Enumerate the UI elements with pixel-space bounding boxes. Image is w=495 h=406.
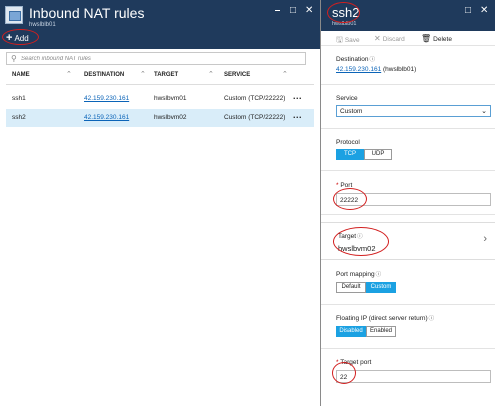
close-icon[interactable]: ✕ (305, 5, 313, 17)
detail-header: ssh2 hwslblb01 □ ✕ (321, 0, 495, 31)
row-destination-link[interactable]: 42.159.230.161 (84, 95, 129, 102)
column-service[interactable]: SERVICE (224, 72, 250, 78)
port-mapping-label: Port mappingⓘ (336, 271, 382, 278)
target-port-field[interactable] (336, 370, 491, 383)
search-box[interactable]: ⚲ (6, 52, 306, 65)
row-target: hwslbvm01 (154, 95, 187, 102)
sort-icon[interactable]: ⌃ (140, 70, 146, 78)
inbound-nat-rules-blade: Inbound NAT rules hwslblb01 ⎯ □ ✕ + Add ⚲… (0, 0, 320, 406)
chevron-right-icon[interactable]: › (483, 233, 487, 245)
row-destination-link[interactable]: 42.159.230.161 (84, 114, 129, 121)
table-row[interactable]: ssh2 42.159.230.161 hwslbvm02 Custom (TC… (6, 109, 314, 127)
info-icon[interactable]: ⓘ (357, 234, 363, 240)
port-mapping-toggle: Default Custom (336, 282, 396, 293)
blade-icon (5, 6, 23, 24)
section-divider (321, 170, 495, 171)
add-label: Add (14, 34, 29, 43)
add-button[interactable]: + Add (6, 33, 29, 44)
floating-ip-toggle: Disabled Enabled (336, 326, 396, 337)
port-mapping-custom-option[interactable]: Custom (366, 282, 396, 293)
discard-icon: ✕ (374, 34, 381, 43)
row-name: ssh2 (12, 114, 26, 121)
row-target: hwslbvm02 (154, 114, 187, 121)
maximize-icon[interactable]: □ (290, 5, 296, 17)
row-menu-icon[interactable]: ... (293, 91, 302, 101)
column-target[interactable]: TARGET (154, 72, 178, 78)
close-icon[interactable]: ✕ (480, 5, 488, 17)
table-header: NAME ⌃ DESTINATION ⌃ TARGET ⌃ SERVICE ⌃ (0, 70, 320, 82)
save-label: Save (344, 37, 360, 44)
service-value: Custom (340, 108, 363, 115)
blade-subtitle: hwslblb01 (29, 22, 56, 28)
blade-title: Inbound NAT rules (29, 5, 145, 21)
port-input[interactable] (340, 196, 488, 204)
chevron-down-icon: ⌄ (481, 108, 487, 115)
column-name[interactable]: NAME (12, 72, 30, 78)
header-divider (6, 84, 314, 85)
delete-label: Delete (433, 36, 452, 43)
port-field[interactable] (336, 193, 491, 206)
info-icon[interactable]: ⓘ (429, 316, 435, 322)
floating-ip-enabled-option[interactable]: Enabled (366, 326, 396, 337)
maximize-icon[interactable]: □ (465, 5, 471, 17)
search-input[interactable] (21, 54, 301, 63)
port-mapping-default-option[interactable]: Default (336, 282, 366, 293)
discard-button[interactable]: ✕ Discard (374, 34, 405, 43)
protocol-tcp-option[interactable]: TCP (336, 149, 364, 160)
destination-value: 42.159.230.161 (hwslblb01) (336, 66, 416, 73)
target-value: hwslbvm02 (338, 244, 376, 253)
row-menu-icon[interactable]: ... (293, 110, 302, 120)
nat-rule-detail-blade: ssh2 hwslblb01 □ ✕ 🖫 Save ✕ Discard 🗑 Delet… (321, 0, 495, 406)
protocol-toggle: TCP UDP (336, 149, 392, 160)
table-row[interactable]: ssh1 42.159.230.161 hwslbvm01 Custom (TC… (6, 90, 314, 108)
destination-ip-link[interactable]: 42.159.230.161 (336, 66, 381, 73)
row-service: Custom (TCP/22222) (224, 95, 286, 102)
delete-icon: 🗑 (421, 34, 432, 43)
port-label: * Port (336, 182, 353, 189)
target-selector[interactable]: Targetⓘ hwslbvm02 › (321, 222, 495, 260)
sort-icon[interactable]: ⌃ (66, 70, 72, 78)
row-name: ssh1 (12, 95, 26, 102)
sort-icon[interactable]: ⌃ (208, 70, 214, 78)
service-label: Service (336, 95, 358, 102)
info-icon[interactable]: ⓘ (376, 272, 382, 278)
section-divider (321, 304, 495, 305)
protocol-udp-option[interactable]: UDP (364, 149, 392, 160)
protocol-label: Protocol (336, 139, 360, 146)
target-label: Targetⓘ (338, 233, 363, 240)
section-divider (321, 128, 495, 129)
destination-label: Destinationⓘ (336, 56, 376, 63)
section-divider (321, 348, 495, 349)
discard-label: Discard (382, 36, 405, 43)
save-button[interactable]: 🖫 Save (336, 34, 360, 48)
plus-icon: + (6, 32, 13, 44)
section-divider (321, 214, 495, 215)
destination-suffix: (hwslblb01) (383, 66, 417, 73)
floating-ip-disabled-option[interactable]: Disabled (336, 326, 366, 337)
detail-subtitle: hwslblb01 (332, 21, 357, 27)
service-dropdown[interactable]: Custom ⌄ (336, 105, 491, 117)
target-port-label: * Target port (336, 359, 372, 366)
command-bar: 🖫 Save ✕ Discard 🗑 Delete (321, 31, 495, 46)
target-port-input[interactable] (340, 373, 488, 381)
sort-icon[interactable]: ⌃ (282, 70, 288, 78)
detail-title: ssh2 (332, 5, 360, 20)
blade-header: Inbound NAT rules hwslblb01 ⎯ □ ✕ + Add (0, 0, 320, 49)
search-icon: ⚲ (11, 54, 17, 63)
delete-button[interactable]: 🗑 Delete (421, 34, 452, 43)
column-destination[interactable]: DESTINATION (84, 72, 124, 78)
pin-icon[interactable]: ⎯ (275, 5, 280, 17)
info-icon[interactable]: ⓘ (370, 57, 376, 63)
floating-ip-label: Floating IP (direct server return)ⓘ (336, 315, 435, 322)
section-divider (321, 84, 495, 85)
save-icon: 🖫 (336, 35, 343, 44)
row-service: Custom (TCP/22222) (224, 114, 286, 121)
